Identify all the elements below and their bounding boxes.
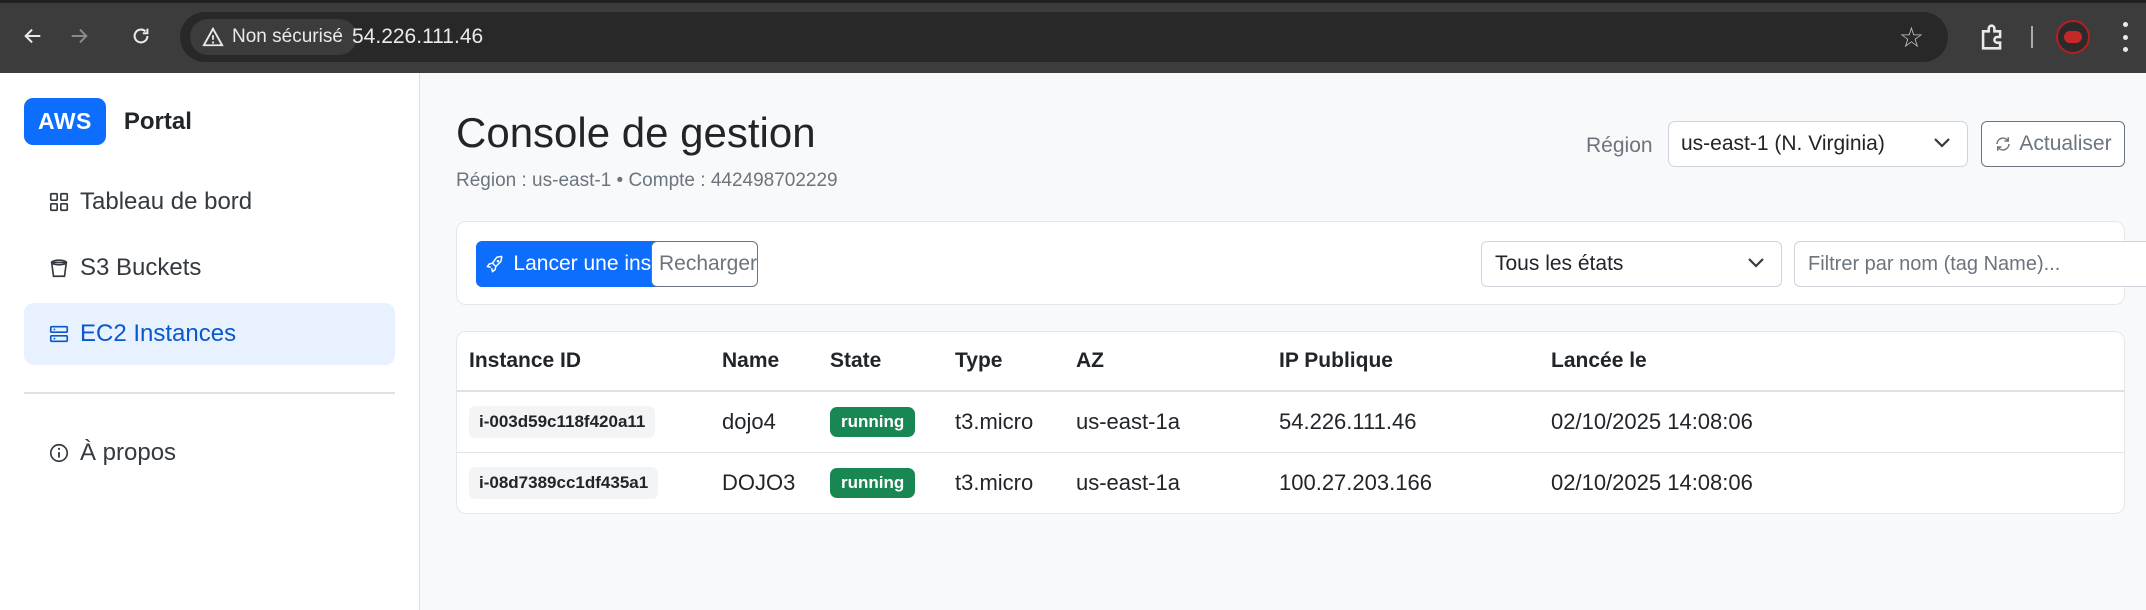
status-badge: running [830, 406, 916, 437]
instance-az: us-east-1a [1076, 469, 1180, 495]
security-chip[interactable]: Non sécurisé [190, 19, 357, 55]
instance-id: i-08d7389cc1df435a1 [469, 466, 659, 499]
column-header[interactable]: State [818, 332, 943, 392]
brand[interactable]: AWS Portal [24, 98, 192, 145]
extensions-puzzle-icon[interactable] [1976, 20, 2010, 54]
refresh-button[interactable]: Actualiser [1981, 121, 2125, 167]
region-select-value: us-east-1 (N. Virginia) [1681, 132, 1885, 155]
rocket-icon [486, 255, 503, 273]
column-header[interactable]: Type [943, 332, 1064, 392]
warning-triangle-icon [202, 26, 224, 47]
url-text[interactable]: 54.226.111.46 [352, 25, 483, 49]
security-label: Non sécurisé [232, 26, 343, 47]
info-icon [49, 443, 69, 463]
table-row[interactable]: i-003d59c118f420a11 dojo4 running t3.mic… [457, 391, 2124, 453]
chevron-down-icon [1748, 258, 1764, 268]
instance-name: DOJO3 [722, 469, 796, 495]
column-header[interactable]: AZ [1064, 332, 1267, 392]
state-filter-value: Tous les états [1495, 252, 1624, 275]
column-header[interactable]: Lancée le [1539, 332, 2124, 392]
instance-az: us-east-1a [1064, 391, 1267, 453]
refresh-icon [1996, 137, 2011, 151]
instance-name: dojo4 [710, 391, 818, 453]
instance-type: t3.micro [943, 391, 1064, 453]
column-header[interactable]: Name [710, 332, 818, 392]
instance-ip: 100.27.203.166 [1279, 469, 1432, 495]
page-title: Console de gestion [456, 109, 816, 156]
instances-table: Instance ID Name State Type AZ IP Publiq… [456, 331, 2125, 514]
page-subtitle: Région : us-east-1 • Compte : 4424987022… [456, 170, 838, 191]
status-badge: running [830, 467, 916, 498]
sidebar-divider [24, 392, 395, 394]
region-select[interactable]: us-east-1 (N. Virginia) [1668, 121, 1968, 167]
browser-toolbar: Non sécurisé 54.226.111.46 ☆ [0, 0, 2146, 73]
instance-launched: 02/10/2025 14:08:06 [1539, 391, 2124, 453]
bookmark-star-icon[interactable]: ☆ [1899, 21, 1924, 54]
sidebar-item-ec2[interactable]: EC2 Instances [24, 303, 395, 365]
sidebar-item-label: Tableau de bord [80, 188, 253, 215]
column-header[interactable]: Instance ID [457, 332, 710, 392]
reload-button[interactable]: Recharger [651, 241, 758, 287]
server-icon [49, 325, 69, 343]
back-arrow-icon[interactable] [16, 19, 50, 53]
refresh-label: Actualiser [2019, 132, 2112, 155]
sidebar-item-label: EC2 Instances [80, 320, 237, 347]
address-bar[interactable]: Non sécurisé 54.226.111.46 ☆ [180, 12, 1948, 62]
instance-launched: 02/10/2025 14:08:06 [1551, 469, 1753, 495]
forward-arrow-icon[interactable] [62, 19, 96, 53]
instance-id-cell: i-003d59c118f420a11 [457, 391, 710, 453]
sidebar-item-label: S3 Buckets [80, 254, 202, 281]
reload-page-icon[interactable] [124, 19, 158, 53]
name-filter-input[interactable] [1794, 241, 2146, 287]
instance-ip: 54.226.111.46 [1267, 391, 1539, 453]
sidebar-item-s3[interactable]: S3 Buckets [24, 237, 395, 299]
table-header-row: Instance ID Name State Type AZ IP Publiq… [457, 332, 2124, 392]
table-row[interactable]: i-08d7389cc1df435a1 DOJO3 running t3.mic… [457, 452, 2124, 513]
instance-state-cell: running [818, 452, 943, 513]
instance-type: t3.micro [955, 469, 1034, 495]
instance-id: i-003d59c118f420a11 [469, 405, 656, 438]
brand-badge: AWS [24, 98, 106, 145]
brand-name: Portal [123, 107, 192, 135]
state-filter-select[interactable]: Tous les états [1481, 241, 1782, 287]
column-header[interactable]: IP Publique [1267, 332, 1539, 392]
bucket-icon [50, 259, 68, 278]
sidebar-item-dashboard[interactable]: Tableau de bord [24, 171, 395, 233]
profile-avatar[interactable] [2056, 20, 2090, 54]
main-content: Console de gestion Région : us-east-1 • … [421, 73, 2146, 610]
grid-icon [49, 192, 69, 212]
sidebar-item-label: À propos [80, 439, 177, 466]
instances-toolbar: Lancer une instance Recharger Tous les é… [456, 221, 2146, 305]
instance-state-cell: running [818, 391, 943, 453]
toolbar-separator [2031, 26, 2033, 48]
reload-label: Recharger [658, 252, 758, 275]
instance-id-cell: i-08d7389cc1df435a1 [457, 452, 710, 513]
sidebar-item-about[interactable]: À propos [24, 422, 395, 484]
sidebar: AWS Portal Tableau de bord S3 Buckets EC… [0, 73, 420, 610]
tab-strip-edge [0, 0, 2146, 3]
chevron-down-icon [1934, 138, 1950, 148]
region-label: Région [1586, 134, 1653, 157]
browser-menu-icon[interactable] [2122, 22, 2128, 52]
